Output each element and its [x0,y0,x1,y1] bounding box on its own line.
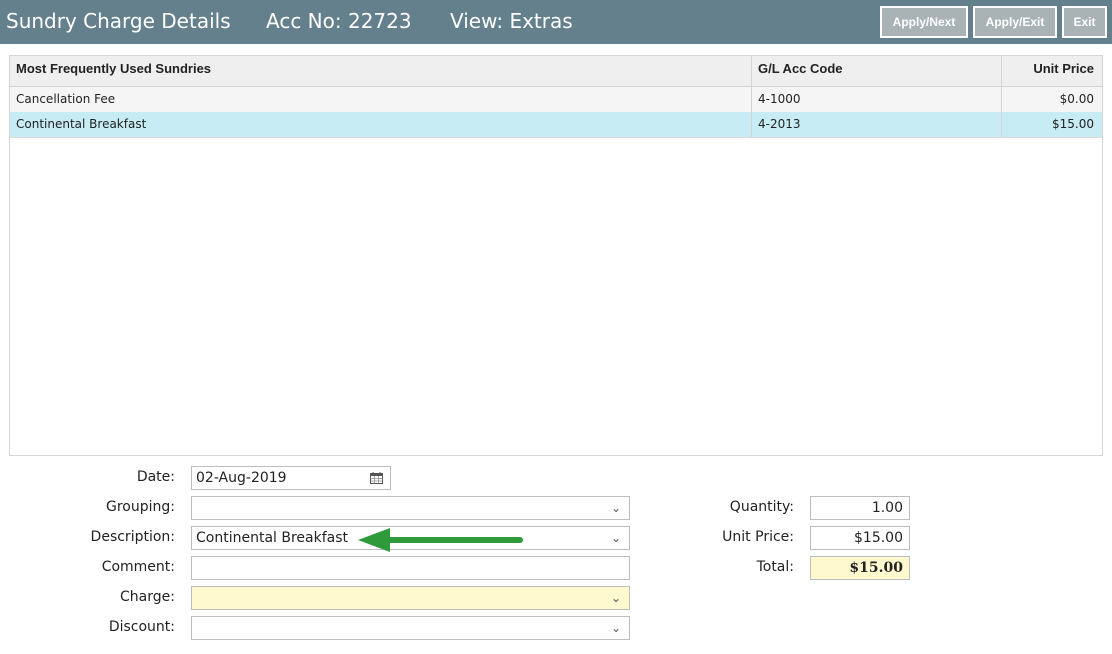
title-bar: Sundry Charge Details Acc No: 22723 View… [0,0,1112,44]
col-header-gl-code[interactable]: G/L Acc Code [752,56,1002,86]
sundries-grid: Most Frequently Used Sundries G/L Acc Co… [9,55,1103,456]
charge-label: Charge: [120,589,175,605]
discount-label: Discount: [108,619,175,635]
date-label: Date: [136,469,175,485]
exit-button[interactable]: Exit [1062,6,1107,38]
col-header-unit-price[interactable]: Unit Price [1002,56,1102,86]
unit-price-input[interactable]: $15.00 [810,526,910,550]
description-label: Description: [90,529,175,545]
discount-select[interactable]: ⌄ [191,616,630,640]
grouping-select[interactable]: ⌄ [191,496,630,520]
row-name: Continental Breakfast [10,112,752,137]
col-header-sundries[interactable]: Most Frequently Used Sundries [10,56,752,86]
chevron-down-icon: ⌄ [610,591,621,605]
charge-select[interactable]: ⌄ [191,586,630,610]
date-input[interactable]: 02-Aug-2019 [191,466,391,490]
row-price: $15.00 [1052,117,1094,131]
description-value: Continental Breakfast [196,530,349,546]
quantity-input[interactable]: 1.00 [810,496,910,520]
grid-header: Most Frequently Used Sundries G/L Acc Co… [10,56,1102,87]
arrow-annotation-icon [358,528,523,552]
grouping-label: Grouping: [106,499,175,515]
chevron-down-icon: ⌄ [610,621,621,635]
comment-input[interactable] [191,556,630,580]
total-label: Total: [756,559,794,575]
view-label: View: Extras [450,9,573,33]
total-value: $15.00 [810,556,910,580]
row-price: $0.00 [1059,92,1094,106]
chevron-down-icon: ⌄ [610,531,621,545]
unit-price-label: Unit Price: [722,529,794,545]
table-row-selected[interactable]: Continental Breakfast 4-2013 $15.00 [10,112,1102,138]
comment-label: Comment: [101,559,175,575]
calendar-icon[interactable] [370,472,383,484]
row-code: 4-1000 [752,87,1002,112]
chevron-down-icon: ⌄ [610,501,621,515]
quantity-label: Quantity: [729,499,794,515]
row-code: 4-2013 [752,112,1002,137]
apply-exit-button[interactable]: Apply/Exit [973,6,1057,38]
apply-next-button[interactable]: Apply/Next [880,6,968,38]
date-value: 02-Aug-2019 [196,470,287,486]
account-number: Acc No: 22723 [266,9,412,33]
row-name: Cancellation Fee [10,87,752,112]
page-title: Sundry Charge Details [6,9,231,33]
table-row[interactable]: Cancellation Fee 4-1000 $0.00 [10,87,1102,113]
